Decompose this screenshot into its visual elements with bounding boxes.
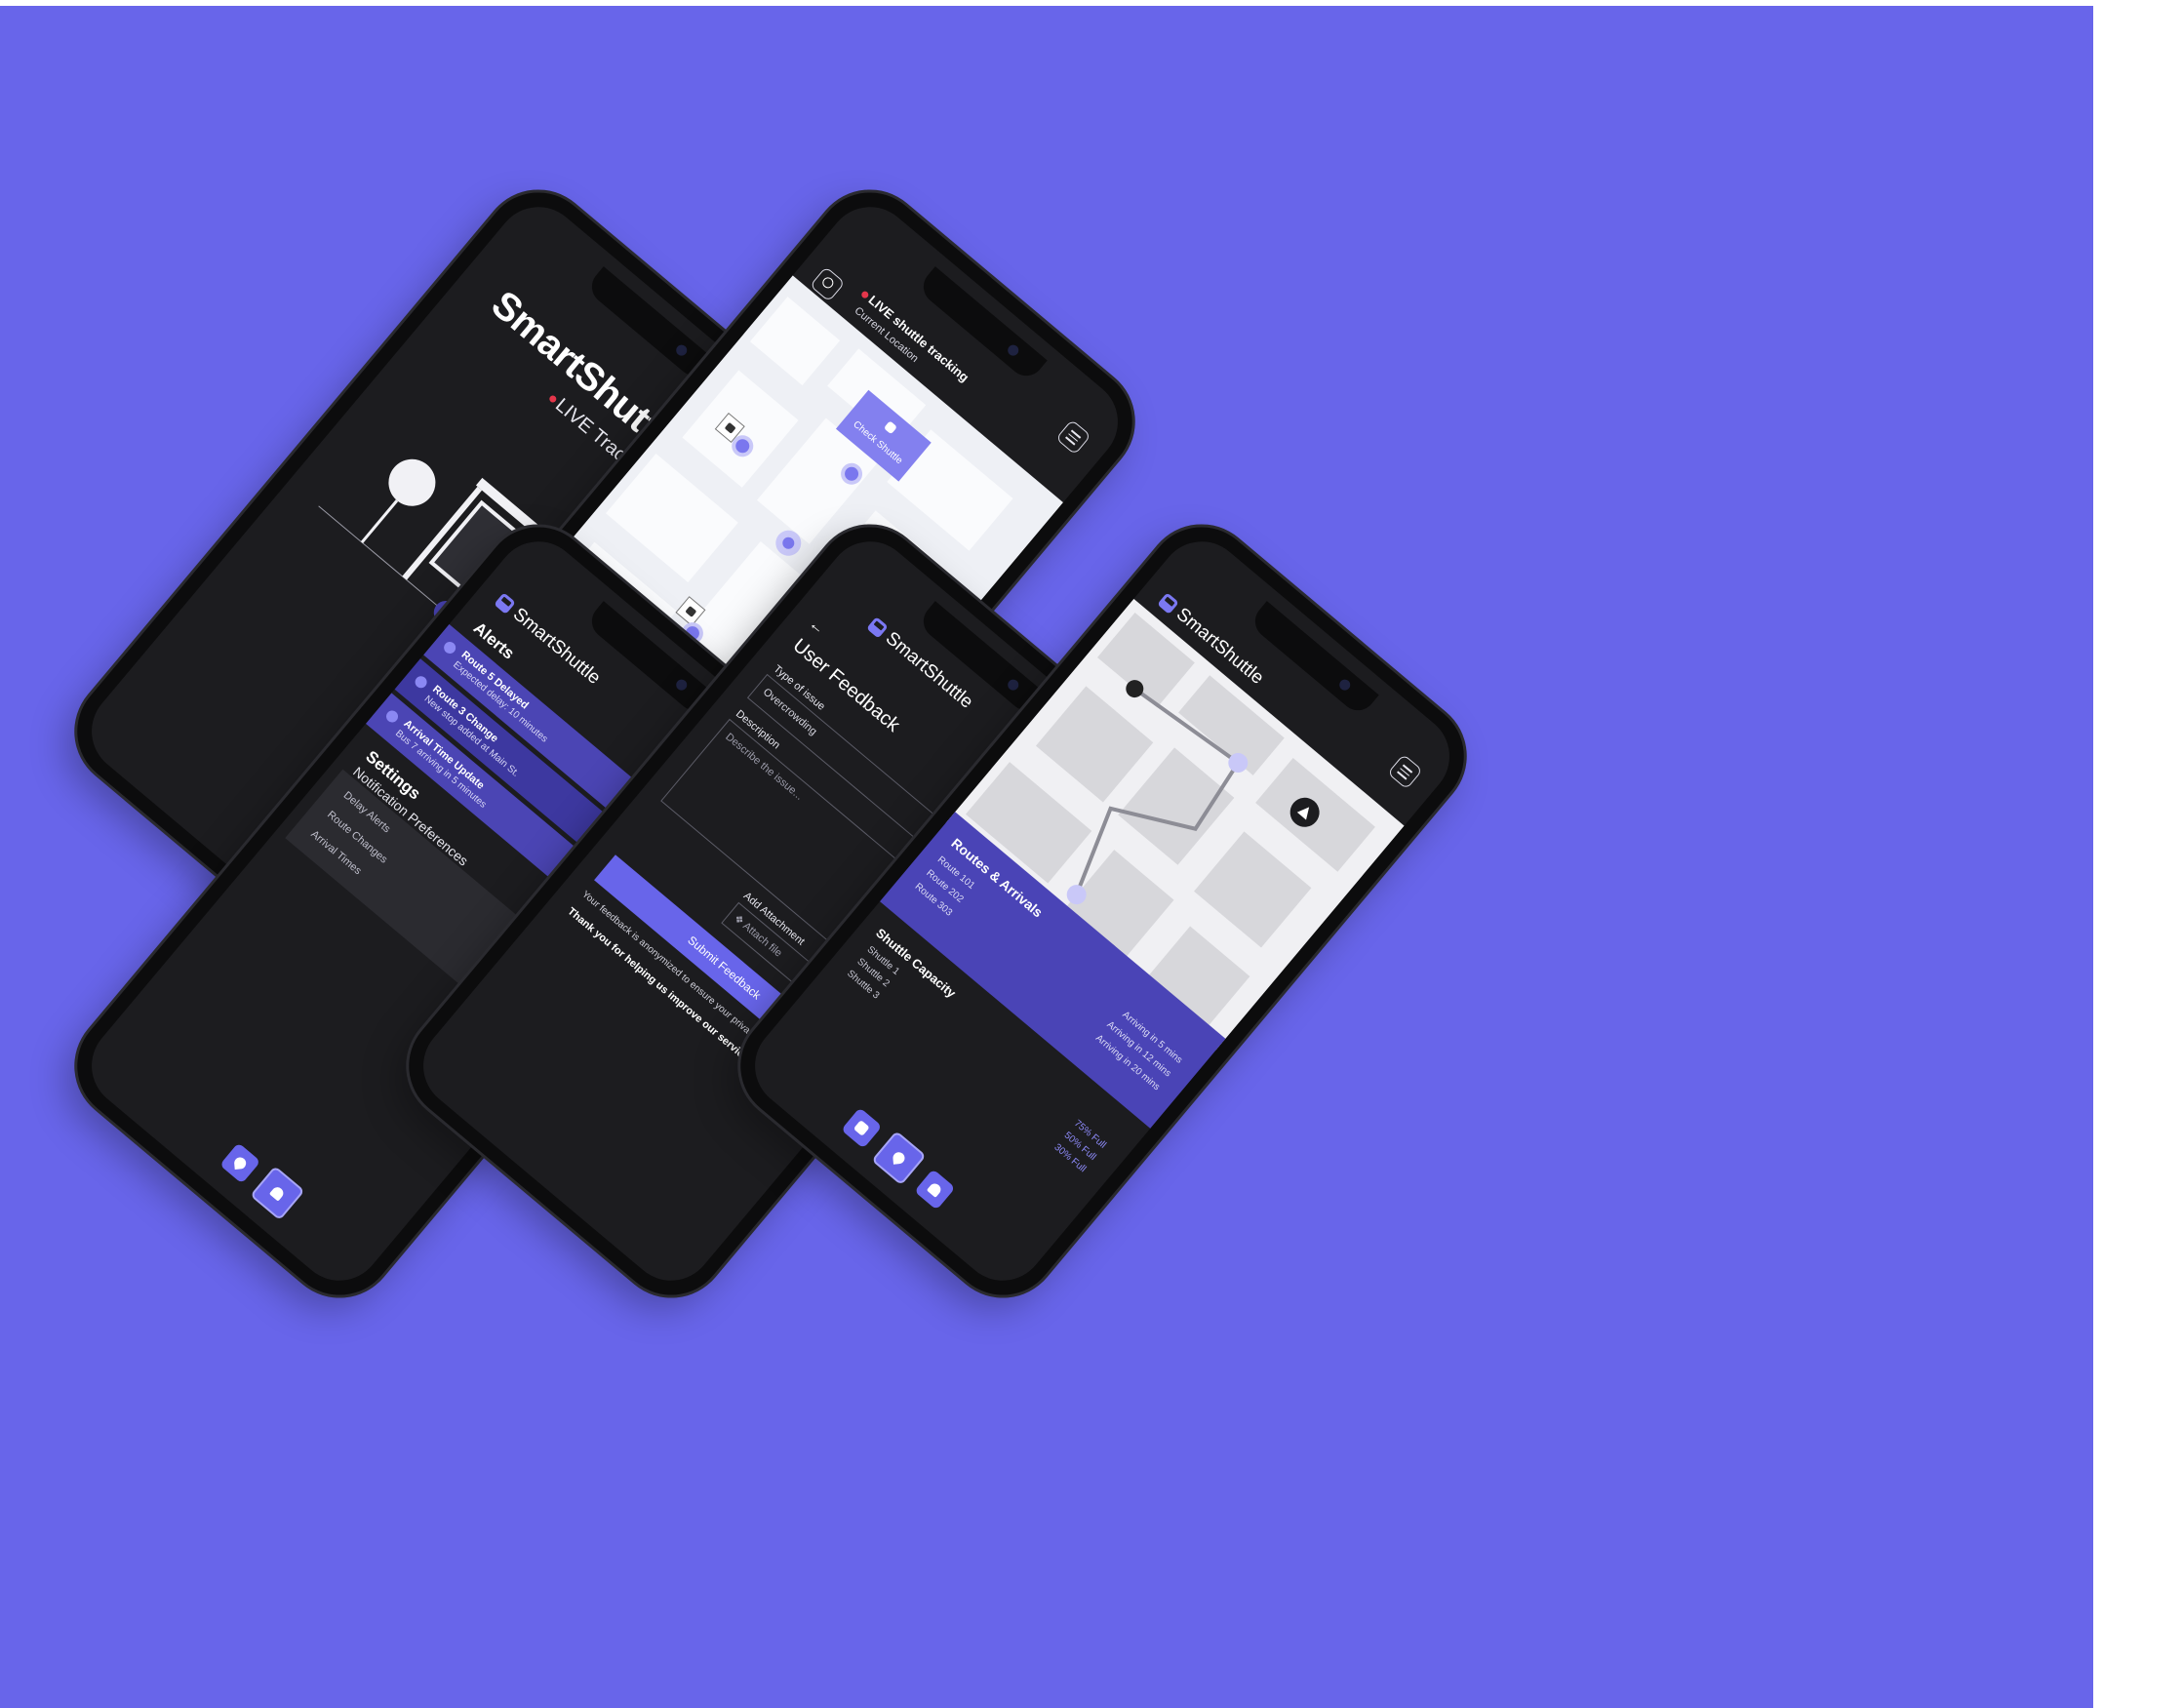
notch — [1248, 601, 1379, 718]
map-pin-icon — [233, 1156, 247, 1170]
nav-alerts-button[interactable] — [914, 1169, 956, 1211]
bell-icon — [926, 1181, 943, 1198]
bus-logo-icon — [1157, 592, 1179, 615]
alert-icon — [441, 639, 458, 656]
nav-alerts-button[interactable] — [250, 1166, 305, 1221]
camera-icon — [1005, 342, 1021, 358]
live-dot-icon — [547, 394, 558, 405]
bus-icon — [853, 1120, 870, 1136]
presentation-background: SmartShuttle LIVE Tracker LIVE shuttle t… — [0, 6, 2093, 1708]
camera-icon — [673, 342, 690, 358]
bus-logo-icon — [866, 616, 889, 639]
menu-button[interactable] — [1055, 418, 1091, 456]
nav-map-button[interactable] — [219, 1142, 261, 1184]
bus-logo-icon — [494, 592, 516, 615]
map-pin-icon — [892, 1151, 905, 1165]
brand-name: SmartShuttle — [508, 604, 605, 689]
alert-icon — [383, 708, 401, 725]
camera-icon — [1005, 677, 1021, 693]
notch — [916, 266, 1048, 383]
camera-icon — [1336, 677, 1353, 693]
bell-icon — [268, 1184, 286, 1202]
nav-routes-button[interactable] — [841, 1107, 883, 1149]
camera-icon — [673, 677, 690, 693]
back-arrow-icon[interactable]: ← — [805, 616, 828, 639]
notch — [916, 601, 1048, 718]
live-dot-icon — [859, 290, 870, 300]
alert-icon — [413, 673, 430, 691]
nav-map-button[interactable] — [871, 1131, 927, 1186]
menu-button[interactable] — [1387, 753, 1423, 790]
